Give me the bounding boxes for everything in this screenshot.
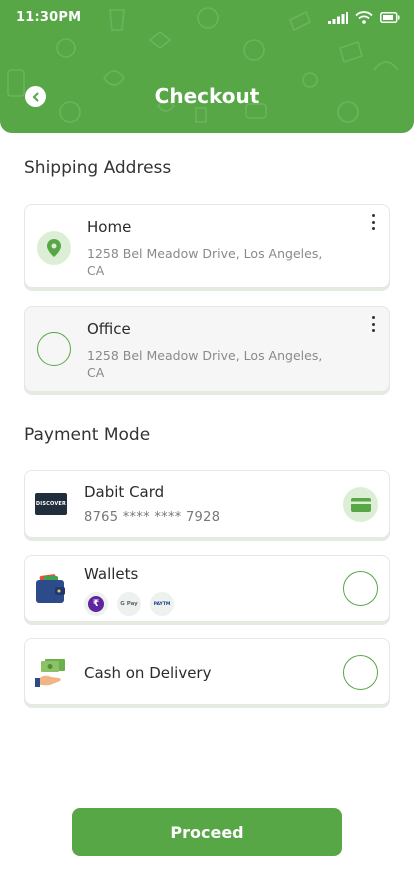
status-icons [328,11,400,24]
shipping-section-title: Shipping Address [24,158,172,178]
address-options-menu-icon[interactable] [369,214,377,230]
payment-card-cod[interactable]: Cash on Delivery [24,638,390,705]
paytm-icon[interactable]: PAYTM [150,592,174,616]
phonepe-icon[interactable]: ₹ [84,592,108,616]
phonepe-glyph: ₹ [88,596,104,612]
location-pin-icon [47,239,61,257]
payment-method-name: Cash on Delivery [84,664,212,682]
status-time: 11:30PM [16,10,82,25]
address-selected-indicator [37,231,71,265]
credit-card-icon [350,497,371,512]
payment-section-title: Payment Mode [24,425,151,445]
app-header: 11:30PM Checkout [0,0,414,133]
address-name: Office [87,320,131,338]
paytm-label: PAYTM [153,601,171,607]
payment-radio-button[interactable] [343,571,378,606]
address-card-home[interactable]: Home 1258 Bel Meadow Drive, Los Angeles,… [24,204,390,288]
payment-method-name: Dabit Card [84,483,165,501]
gpay-label: G Pay [120,601,138,607]
payment-selected-indicator[interactable] [343,487,378,522]
page-title: Checkout [154,84,260,108]
battery-icon [380,12,400,23]
signal-icon [328,11,348,24]
address-options-menu-icon[interactable] [369,316,377,332]
payment-card-debit[interactable]: DISCOVER Dabit Card 8765 **** **** 7928 [24,470,390,538]
address-line: 1258 Bel Meadow Drive, Los Angeles, CA [87,348,323,380]
card-number: 8765 **** **** 7928 [84,510,221,525]
discover-card-logo: DISCOVER [35,493,67,515]
discover-logo-text: DISCOVER [35,501,67,507]
address-line: 1258 Bel Meadow Drive, Los Angeles, CA [87,246,323,278]
proceed-button[interactable]: Proceed [72,808,342,856]
address-card-office[interactable]: Office 1258 Bel Meadow Drive, Los Angele… [24,306,390,392]
wallet-options: ₹ G Pay PAYTM [84,592,174,616]
wallet-icon [36,574,65,603]
address-radio-button[interactable] [37,332,71,366]
payment-method-name: Wallets [84,565,139,583]
wifi-icon [355,11,373,24]
payment-radio-button[interactable] [343,655,378,690]
payment-card-wallets[interactable]: Wallets ₹ G Pay PAYTM [24,555,390,622]
address-name: Home [87,218,132,236]
status-bar: 11:30PM [0,10,414,28]
cash-on-delivery-icon [35,659,65,687]
google-pay-icon[interactable]: G Pay [117,592,141,616]
